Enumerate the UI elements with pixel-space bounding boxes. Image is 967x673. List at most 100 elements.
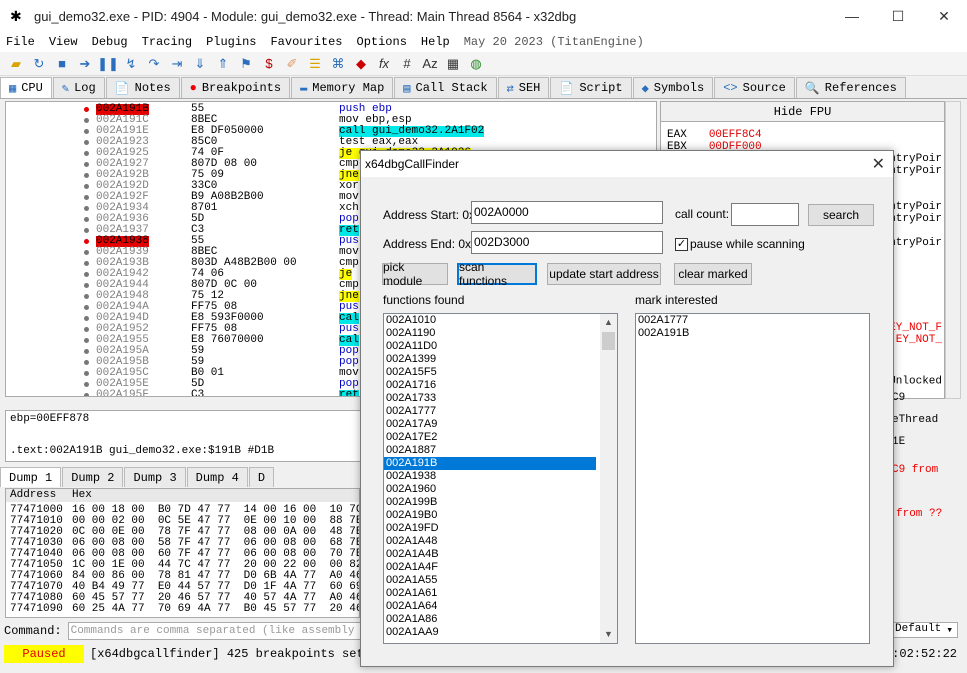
function-list-item[interactable]: 002A1A64 <box>384 600 596 613</box>
function-list-item[interactable]: 002A1A61 <box>384 587 596 600</box>
breakpoint-dot-icon[interactable] <box>84 140 89 145</box>
breakpoint-dot-icon[interactable] <box>84 206 89 211</box>
breakpoint-dot-icon[interactable] <box>84 393 89 396</box>
calculator-icon[interactable]: ▦ <box>443 55 463 73</box>
functions-scrollbar[interactable]: ▲ ▼ <box>600 314 617 643</box>
dump-row[interactable]: 77471060 84 00 86 00 78 81 47 77 D0 6B 4A… <box>6 570 359 582</box>
dump-row[interactable]: 77471090 60 25 4A 77 70 69 4A 77 B0 45 57… <box>6 603 359 615</box>
menu-plugins[interactable]: Plugins <box>206 35 256 49</box>
script-icon[interactable]: $ <box>259 55 279 73</box>
function-list-item[interactable]: 002A1010 <box>384 314 596 327</box>
breakpoint-dot-icon[interactable] <box>84 316 89 321</box>
function-list-item[interactable]: 002A1190 <box>384 327 596 340</box>
menu-file[interactable]: File <box>6 35 35 49</box>
call-count-input[interactable] <box>731 203 799 226</box>
execute-till-return-icon[interactable]: ⇑ <box>213 55 233 73</box>
breakpoint-dot-icon[interactable] <box>84 217 89 222</box>
trace-over-icon[interactable]: ⇓ <box>190 55 210 73</box>
breakpoint-dot-icon[interactable] <box>84 195 89 200</box>
breakpoint-dot-icon[interactable] <box>84 305 89 310</box>
function-list-item[interactable]: 002A1777 <box>384 405 596 418</box>
dump-row[interactable]: 77471050 1C 00 1E 00 44 7C 47 77 20 00 22… <box>6 559 359 571</box>
menu-debug[interactable]: Debug <box>92 35 128 49</box>
dump-view[interactable]: Address Hex 77471000 16 00 18 00 B0 7D 47… <box>5 488 360 618</box>
dialog-close-icon[interactable]: ✕ <box>872 154 885 174</box>
breakpoint-dot-icon[interactable] <box>84 151 89 156</box>
label-icon[interactable]: ⌘ <box>328 55 348 73</box>
breakpoint-dot-icon[interactable] <box>84 338 89 343</box>
registers-scrollbar[interactable] <box>945 101 961 399</box>
breakpoint-dot-icon[interactable] <box>84 371 89 376</box>
dump-row[interactable]: 77471070 40 B4 49 77 E0 44 57 77 D0 1F 4A… <box>6 581 359 593</box>
pause-icon[interactable]: ❚❚ <box>97 55 119 73</box>
tab-source[interactable]: <> Source <box>714 77 795 98</box>
strings-icon[interactable]: Az <box>420 55 440 73</box>
step-over-icon[interactable]: ↷ <box>144 55 164 73</box>
function-list-item[interactable]: 002A191B <box>384 457 596 470</box>
run-to-user-code-icon[interactable]: ⚑ <box>236 55 256 73</box>
maximize-button[interactable]: ☐ <box>875 0 921 32</box>
function-list-item[interactable]: 002A15F5 <box>384 366 596 379</box>
breakpoint-dot-icon[interactable] <box>84 107 89 112</box>
patch-icon[interactable]: ✐ <box>282 55 302 73</box>
scan-functions-button[interactable]: scan functions <box>457 260 537 288</box>
tab-notes[interactable]: 📄 Notes <box>105 77 180 98</box>
breakpoint-dot-icon[interactable] <box>84 327 89 332</box>
breakpoint-dot-icon[interactable] <box>84 250 89 255</box>
address-start-input[interactable]: 002A0000 <box>471 201 663 224</box>
menu-tracing[interactable]: Tracing <box>142 35 192 49</box>
function-icon[interactable]: fx <box>374 55 394 73</box>
scroll-thumb[interactable] <box>602 332 615 350</box>
pick-module-button[interactable]: pick module <box>382 260 448 288</box>
menu-help[interactable]: Help <box>421 35 450 49</box>
function-list-item[interactable]: 002A1A4F <box>384 561 596 574</box>
comment-icon[interactable]: ☰ <box>305 55 325 73</box>
menu-options[interactable]: Options <box>357 35 407 49</box>
dump-row[interactable]: 77471080 60 45 57 77 20 46 57 77 40 57 4A… <box>6 592 359 604</box>
marked-list[interactable]: 002A1777 002A191B <box>635 313 870 644</box>
stop-icon[interactable]: ■ <box>52 55 72 73</box>
tab-cpu[interactable]: ▦ CPU <box>0 77 52 98</box>
breakpoint-dot-icon[interactable] <box>84 272 89 277</box>
address-end-input[interactable]: 002D3000 <box>471 231 663 254</box>
function-list-item[interactable]: 002A17A9 <box>384 418 596 431</box>
function-list-item[interactable]: 002A1716 <box>384 379 596 392</box>
bookmark-icon[interactable]: ◆ <box>351 55 371 73</box>
function-list-item[interactable]: 002A1AA9 <box>384 626 596 639</box>
clear-marked-button[interactable]: clear marked <box>674 263 752 285</box>
breakpoint-dot-icon[interactable] <box>84 129 89 134</box>
menu-favourites[interactable]: Favourites <box>270 35 342 49</box>
close-button[interactable]: ✕ <box>921 0 967 32</box>
dump-row[interactable]: 77471040 06 00 08 00 60 7F 47 77 06 00 08… <box>6 548 359 560</box>
tab-dump-2[interactable]: Dump 2 <box>62 467 124 487</box>
function-list-item[interactable]: 002A1960 <box>384 483 596 496</box>
search-button[interactable]: search <box>808 204 874 226</box>
register-eax[interactable]: EAX 00EFF8C4 <box>667 129 762 141</box>
breakpoint-dot-icon[interactable] <box>84 162 89 167</box>
tab-seh[interactable]: ⇄ SEH <box>497 77 550 98</box>
globe-icon[interactable]: ◍ <box>466 55 486 73</box>
breakpoint-dot-icon[interactable] <box>84 382 89 387</box>
function-list-item[interactable]: 002A1887 <box>384 444 596 457</box>
tab-dump-1[interactable]: Dump 1 <box>0 467 62 487</box>
dump-row[interactable]: 77471000 16 00 18 00 B0 7D 47 77 14 00 16… <box>6 504 359 516</box>
function-list-item[interactable]: 002A1938 <box>384 470 596 483</box>
tab-breakpoints[interactable]: ● Breakpoints <box>180 77 291 98</box>
step-into-icon[interactable]: ↯ <box>121 55 141 73</box>
function-list-item[interactable]: 002A19FD <box>384 522 596 535</box>
function-list-item[interactable]: 002A11D0 <box>384 340 596 353</box>
pause-checkbox[interactable]: ✓ <box>675 238 688 251</box>
restart-icon[interactable]: ↻ <box>29 55 49 73</box>
update-start-address-button[interactable]: update start address <box>547 263 661 285</box>
tab-log[interactable]: ✎ Log <box>52 77 105 98</box>
breakpoint-dot-icon[interactable] <box>84 283 89 288</box>
scroll-down-icon[interactable]: ▼ <box>600 626 617 643</box>
tab-call-stack[interactable]: ▤ Call Stack <box>394 77 497 98</box>
function-list-item[interactable]: 002A1A4B <box>384 548 596 561</box>
tab-script[interactable]: 📄 Script <box>550 77 632 98</box>
function-list-item[interactable]: 002A1A86 <box>384 613 596 626</box>
function-list-item[interactable]: 002A19B0 <box>384 509 596 522</box>
function-list-item[interactable]: 002A1A48 <box>384 535 596 548</box>
run-icon[interactable]: ➔ <box>75 55 95 73</box>
tab-dump-5[interactable]: D <box>248 467 275 487</box>
